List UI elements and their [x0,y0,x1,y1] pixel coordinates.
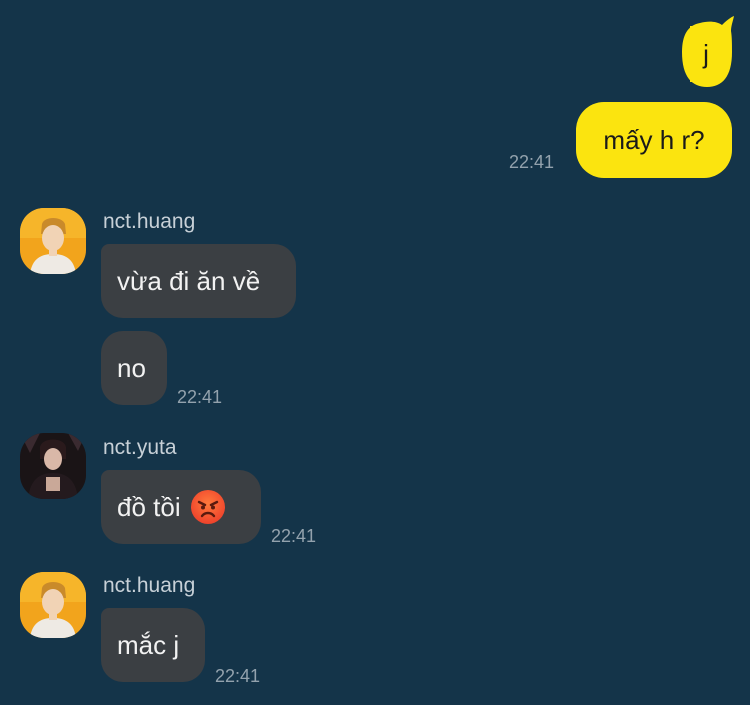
avatar-photo [20,572,86,638]
incoming-message[interactable]: mắc j [101,608,205,682]
incoming-message[interactable]: no [101,331,167,405]
timestamp: 22:41 [271,526,317,546]
avatar[interactable] [20,208,86,274]
incoming-message[interactable]: vừa đi ăn về [101,244,296,318]
avatar[interactable] [20,572,86,638]
message-text: no [117,353,146,383]
angry-face-emoji [190,490,225,524]
timestamp: 22:41 [177,387,223,407]
timestamp: 22:41 [509,152,555,172]
avatar[interactable] [20,433,86,499]
sender-name: nct.huang [103,210,196,233]
message-text: đồ tồi [117,492,181,522]
avatar-photo [20,433,86,499]
message-text: mắc j [117,630,180,660]
message-text: vừa đi ăn về [117,266,261,296]
sender-name: nct.yuta [103,436,177,459]
avatar-photo [20,208,86,274]
message-text: mấy h r? [603,125,705,155]
chat-screen: { "messages": { "m1": {"text": "j"}, "m2… [0,0,750,705]
sender-name: nct.huang [103,574,196,597]
message-text: j [690,26,722,82]
timestamp: 22:41 [215,666,261,686]
incoming-message[interactable]: đồ tồi [101,470,261,544]
outgoing-message[interactable]: mấy h r? [576,102,732,178]
